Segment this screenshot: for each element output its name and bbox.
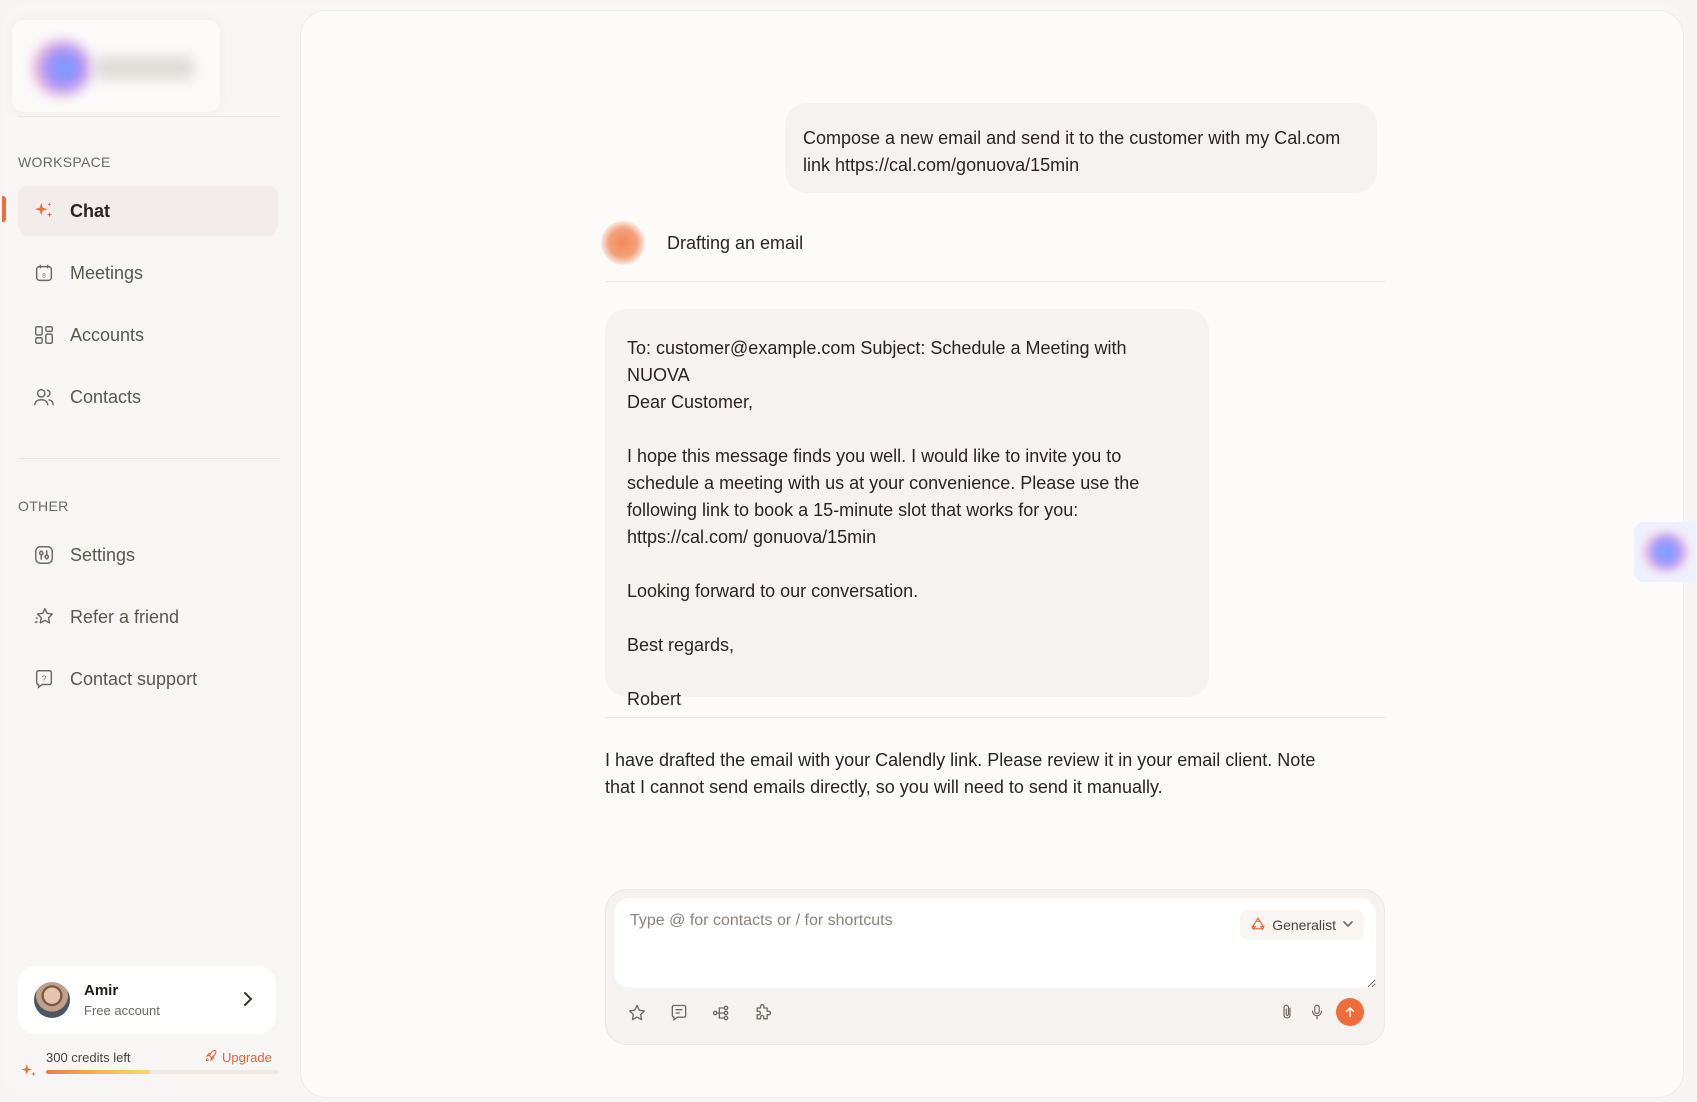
sidebar-item-support[interactable]: ? Contact support bbox=[18, 654, 278, 704]
app-window: WORKSPACE Chat 8 Meetings Accounts Conta bbox=[2, 2, 1696, 1100]
rocket-icon bbox=[204, 1049, 218, 1066]
user-name: Amir bbox=[84, 982, 119, 999]
sidebar-item-contacts[interactable]: Contacts bbox=[18, 372, 278, 422]
recycle-icon bbox=[1250, 916, 1266, 935]
composer-toolbar bbox=[626, 1002, 774, 1024]
sidebar-item-accounts[interactable]: Accounts bbox=[18, 310, 278, 360]
sidebar-item-refer[interactable]: Refer a friend bbox=[18, 592, 278, 642]
send-button[interactable] bbox=[1336, 998, 1364, 1026]
email-signoff: Best regards, bbox=[627, 635, 735, 655]
email-closing: Looking forward to our conversation. bbox=[627, 581, 919, 601]
sidebar-item-label: Contacts bbox=[70, 386, 142, 407]
message-composer: Generalist bbox=[605, 889, 1385, 1045]
mode-selector[interactable]: Generalist bbox=[1240, 910, 1364, 940]
user-plan: Free account bbox=[84, 1003, 160, 1018]
email-greeting: Dear Customer, bbox=[627, 392, 754, 412]
email-draft-card: To: customer@example.com Subject: Schedu… bbox=[605, 309, 1209, 709]
sidebar-item-label: Refer a friend bbox=[70, 606, 180, 627]
chat-panel: Compose a new email and send it to the c… bbox=[300, 10, 1684, 1098]
divider bbox=[605, 717, 1385, 718]
divider bbox=[605, 281, 1385, 282]
email-signature: Robert bbox=[627, 689, 682, 709]
puzzle-icon[interactable] bbox=[752, 1002, 774, 1024]
credits-remaining: 300 credits left bbox=[46, 1050, 131, 1065]
sidebar-item-label: Accounts bbox=[70, 324, 145, 345]
sidebar-item-settings[interactable]: Settings bbox=[18, 530, 278, 580]
assistant-reply: I have drafted the email with your Calen… bbox=[605, 750, 1316, 797]
credits-progress-bar bbox=[46, 1070, 278, 1074]
sidebar: WORKSPACE Chat 8 Meetings Accounts Conta bbox=[2, 2, 298, 1100]
user-message: Compose a new email and send it to the c… bbox=[785, 103, 1377, 193]
logo-wordmark bbox=[94, 56, 194, 80]
svg-text:?: ? bbox=[42, 674, 47, 683]
section-label-other: OTHER bbox=[18, 498, 69, 514]
sidebar-item-meetings[interactable]: 8 Meetings bbox=[18, 248, 278, 298]
sidebar-item-label: Contact support bbox=[70, 668, 198, 689]
logo-mark bbox=[30, 40, 92, 96]
upgrade-label: Upgrade bbox=[222, 1050, 272, 1065]
assistant-status-row: Drafting an email bbox=[601, 221, 803, 265]
users-icon bbox=[32, 385, 56, 409]
credits-progress-fill bbox=[46, 1070, 151, 1074]
help-bubble-icon: ? bbox=[32, 667, 56, 691]
arrow-up-icon bbox=[1345, 1006, 1355, 1018]
star-icon bbox=[32, 605, 56, 629]
composer-actions bbox=[1276, 998, 1364, 1026]
workflow-icon[interactable] bbox=[710, 1002, 732, 1024]
assistant-avatar bbox=[601, 221, 645, 265]
calendar-icon: 8 bbox=[32, 261, 56, 285]
email-body: I hope this message finds you well. I wo… bbox=[627, 446, 1140, 547]
email-header: To: customer@example.com Subject: Schedu… bbox=[627, 338, 1127, 385]
floating-assistant-widget[interactable] bbox=[1634, 522, 1696, 582]
section-label-workspace: WORKSPACE bbox=[18, 154, 111, 170]
active-indicator bbox=[2, 196, 6, 222]
sidebar-item-label: Settings bbox=[70, 544, 136, 565]
divider bbox=[18, 458, 280, 459]
sidebar-item-chat[interactable]: Chat bbox=[18, 186, 278, 236]
sparkle-icon bbox=[20, 1062, 38, 1085]
sidebar-item-label: Chat bbox=[70, 200, 110, 221]
assistant-status: Drafting an email bbox=[667, 232, 804, 253]
logo[interactable] bbox=[12, 20, 220, 112]
message-icon[interactable] bbox=[668, 1002, 690, 1024]
paperclip-icon[interactable] bbox=[1276, 1001, 1298, 1023]
chevron-right-icon bbox=[242, 990, 254, 1013]
sparkle-icon bbox=[32, 199, 56, 223]
mode-label: Generalist bbox=[1272, 917, 1336, 933]
svg-text:8: 8 bbox=[42, 273, 46, 280]
microphone-icon[interactable] bbox=[1306, 1001, 1328, 1023]
chevron-down-icon bbox=[1342, 917, 1354, 933]
sidebar-item-label: Meetings bbox=[70, 262, 144, 283]
assistant-logo-icon bbox=[1642, 532, 1690, 572]
avatar bbox=[34, 982, 70, 1018]
divider bbox=[18, 116, 280, 117]
user-profile-card[interactable]: Amir Free account bbox=[18, 966, 276, 1034]
star-icon[interactable] bbox=[626, 1002, 648, 1024]
upgrade-link[interactable]: Upgrade bbox=[204, 1049, 272, 1066]
grid-icon bbox=[32, 323, 56, 347]
settings-icon bbox=[32, 543, 56, 567]
